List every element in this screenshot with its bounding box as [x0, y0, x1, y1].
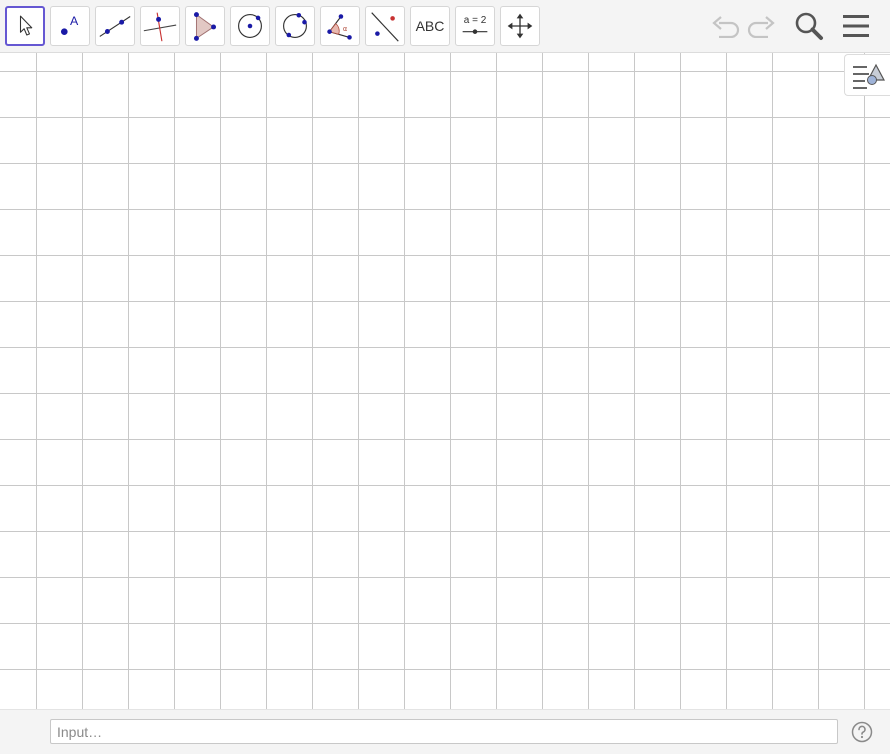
polygon-tool-button[interactable] [185, 6, 225, 46]
circle-three-points-tool-button[interactable] [275, 6, 315, 46]
angle-tool-button[interactable]: α [320, 6, 360, 46]
point-tool-button[interactable]: A [50, 6, 90, 46]
slider-tool-button[interactable]: a = 2 [455, 6, 495, 46]
algebra-input-field[interactable] [50, 719, 838, 744]
redo-icon [747, 16, 775, 38]
hamburger-menu-icon [843, 15, 869, 37]
slider-icon [462, 29, 488, 34]
style-bar-toggle-button[interactable] [844, 54, 890, 96]
point-tool-label: A [70, 14, 79, 28]
text-tool-button[interactable]: ABC [410, 6, 450, 46]
point-icon: A [60, 14, 79, 36]
perpendicular-line-tool-button[interactable] [140, 6, 180, 46]
style-bar-toggle-icon [853, 63, 885, 89]
angle-tool-label: α [343, 25, 348, 33]
input-help-button[interactable] [851, 721, 873, 743]
move-tool-button[interactable] [5, 6, 45, 46]
move-graphics-view-tool-button[interactable] [500, 6, 540, 46]
help-icon [851, 721, 873, 743]
redo-button[interactable] [745, 6, 779, 46]
undo-icon [712, 16, 740, 38]
angle-icon: α [327, 14, 352, 40]
move-arrows-icon [507, 13, 533, 39]
circle-tool-button[interactable] [230, 6, 270, 46]
graphics-view[interactable] [0, 53, 890, 709]
circle-three-points-icon [283, 12, 307, 38]
reflect-about-line-icon [371, 12, 399, 42]
arrow-pointer-icon [19, 15, 33, 36]
main-menu-button[interactable] [839, 6, 873, 46]
toolbar: A α ABC a = 2 [0, 0, 890, 53]
input-bar [0, 709, 890, 754]
undo-button[interactable] [708, 6, 742, 46]
line-through-points-icon [99, 16, 131, 37]
perpendicular-line-icon [143, 12, 177, 42]
search-button[interactable] [791, 6, 827, 46]
search-icon [795, 12, 823, 40]
polygon-icon [193, 12, 217, 41]
text-icon: ABC [415, 18, 445, 34]
circle-center-point-icon [238, 14, 262, 38]
reflect-tool-button[interactable] [365, 6, 405, 46]
line-tool-button[interactable] [95, 6, 135, 46]
